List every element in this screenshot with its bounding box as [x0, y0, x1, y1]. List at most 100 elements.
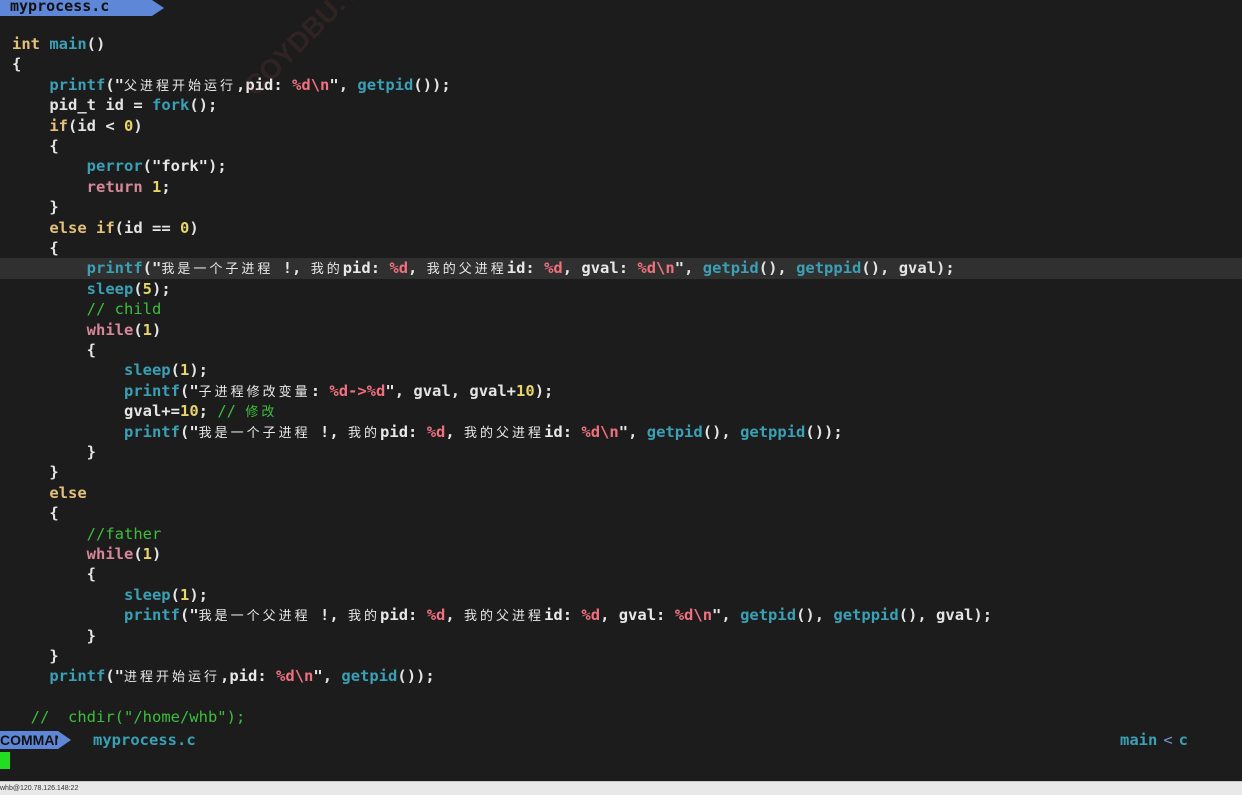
- code-line[interactable]: while(1): [0, 320, 1242, 340]
- code-token: 我是一个子进程: [161, 262, 274, 278]
- code-line[interactable]: while(1): [0, 544, 1242, 564]
- code-token: (: [170, 585, 180, 604]
- code-line[interactable]: sleep(5);: [0, 279, 1242, 299]
- code-token: while: [86, 545, 134, 563]
- code-line[interactable]: return 1;: [0, 177, 1242, 197]
- code-token: sleep: [86, 279, 134, 298]
- code-line[interactable]: {: [0, 340, 1242, 360]
- code-token: 1: [180, 361, 190, 380]
- code-token: else: [49, 483, 87, 502]
- code-token: , gval:: [562, 259, 638, 278]
- code-token: pid:: [342, 259, 390, 278]
- code-line[interactable]: //father: [0, 524, 1242, 544]
- code-line[interactable]: {: [0, 54, 1242, 74]
- code-token: %d\n: [292, 75, 330, 94]
- code-line[interactable]: perror("fork");: [0, 156, 1242, 176]
- code-line[interactable]: sleep(1);: [0, 360, 1242, 380]
- code-token: ,: [322, 667, 342, 686]
- code-line[interactable]: else: [0, 483, 1242, 503]
- gutter: [0, 401, 6, 421]
- code-line[interactable]: else if(id == 0): [0, 218, 1242, 238]
- code-token: (),: [702, 422, 741, 441]
- gutter: [0, 544, 6, 564]
- gutter: [0, 177, 6, 197]
- code-token: %d\n: [637, 259, 675, 278]
- code-token: );: [534, 381, 554, 400]
- code-token: ": [674, 259, 685, 278]
- code-line[interactable]: {: [0, 503, 1242, 523]
- code-token: printf: [123, 606, 180, 625]
- cursor-block: [0, 752, 10, 769]
- gutter: [0, 483, 6, 503]
- code-token: !,: [310, 422, 349, 441]
- code-token: id:: [544, 422, 582, 441]
- code-line[interactable]: }: [0, 646, 1242, 666]
- code-line[interactable]: }: [0, 197, 1242, 217]
- code-line[interactable]: {: [0, 238, 1242, 258]
- code-line[interactable]: gval+=10; // 修改: [0, 401, 1242, 421]
- code-token: pid_t id =: [49, 96, 152, 115]
- code-line[interactable]: sleep(1);: [0, 585, 1242, 605]
- code-token: ;: [161, 177, 171, 196]
- code-token: ,: [445, 422, 465, 441]
- code-token: ,: [338, 75, 358, 94]
- code-token: ): [152, 545, 162, 563]
- code-line[interactable]: [0, 687, 1242, 707]
- command-line[interactable]: [0, 750, 1242, 770]
- code-line[interactable]: }: [0, 626, 1242, 646]
- gutter: [0, 238, 6, 258]
- gutter: [0, 524, 6, 544]
- code-token: 我的父进程: [464, 425, 545, 441]
- code-line[interactable]: // chdir("/home/whb");: [0, 707, 1242, 727]
- code-line[interactable]: printf("进程开始运行,pid: %d\n", getpid());: [0, 666, 1242, 686]
- gutter: [0, 95, 6, 115]
- code-token: ();: [189, 96, 218, 115]
- code-token: (: [179, 422, 190, 441]
- code-line[interactable]: {: [0, 564, 1242, 584]
- code-line[interactable]: printf("我是一个子进程 !, 我的pid: %d, 我的父进程id: %…: [0, 258, 1242, 279]
- code-line[interactable]: printf("父进程开始运行,pid: %d\n", getpid());: [0, 75, 1242, 95]
- code-text: return 1;: [12, 177, 171, 197]
- code-editor[interactable]: int main(){ printf("父进程开始运行,pid: %d\n", …: [0, 34, 1242, 730]
- tab-arrow-icon: [152, 0, 164, 16]
- code-token: (: [133, 320, 143, 339]
- code-token: %d: [581, 606, 601, 625]
- code-line[interactable]: }: [0, 462, 1242, 482]
- code-text: printf("我是一个子进程 !, 我的pid: %d, 我的父进程id: %…: [12, 422, 843, 444]
- code-token: }: [12, 626, 96, 645]
- code-line[interactable]: if(id < 0): [0, 116, 1242, 136]
- code-line[interactable]: int main(): [0, 34, 1242, 54]
- code-token: ): [189, 218, 199, 237]
- code-line[interactable]: printf("我是一个子进程 !, 我的pid: %d, 我的父进程id: %…: [0, 422, 1242, 442]
- code-token: !,: [273, 259, 311, 278]
- code-text: }: [12, 197, 58, 217]
- code-text: pid_t id = fork();: [12, 95, 217, 115]
- code-line[interactable]: }: [0, 442, 1242, 462]
- code-line[interactable]: pid_t id = fork();: [0, 95, 1242, 115]
- gutter: [0, 605, 6, 625]
- code-token: 我是一个子进程: [198, 425, 311, 441]
- code-line[interactable]: {: [0, 136, 1242, 156]
- code-line[interactable]: printf("我是一个父进程 !, 我的pid: %d, 我的父进程id: %…: [0, 605, 1242, 625]
- code-line[interactable]: printf("子进程修改变量: %d->%d", gval, gval+10)…: [0, 381, 1242, 401]
- code-text: {: [12, 564, 96, 584]
- code-token: 子进程修改变量: [198, 384, 311, 400]
- code-token: %d\n: [581, 422, 619, 441]
- code-text: while(1): [12, 320, 162, 340]
- code-token: ": [189, 381, 199, 400]
- code-line[interactable]: // child: [0, 299, 1242, 319]
- code-token: ): [152, 320, 162, 339]
- code-token: {: [12, 341, 96, 359]
- tab-myprocess-c[interactable]: myprocess.c: [0, 0, 152, 16]
- gutter: [0, 279, 6, 299]
- code-token: pid:: [380, 422, 427, 441]
- code-token: getpid: [357, 75, 414, 94]
